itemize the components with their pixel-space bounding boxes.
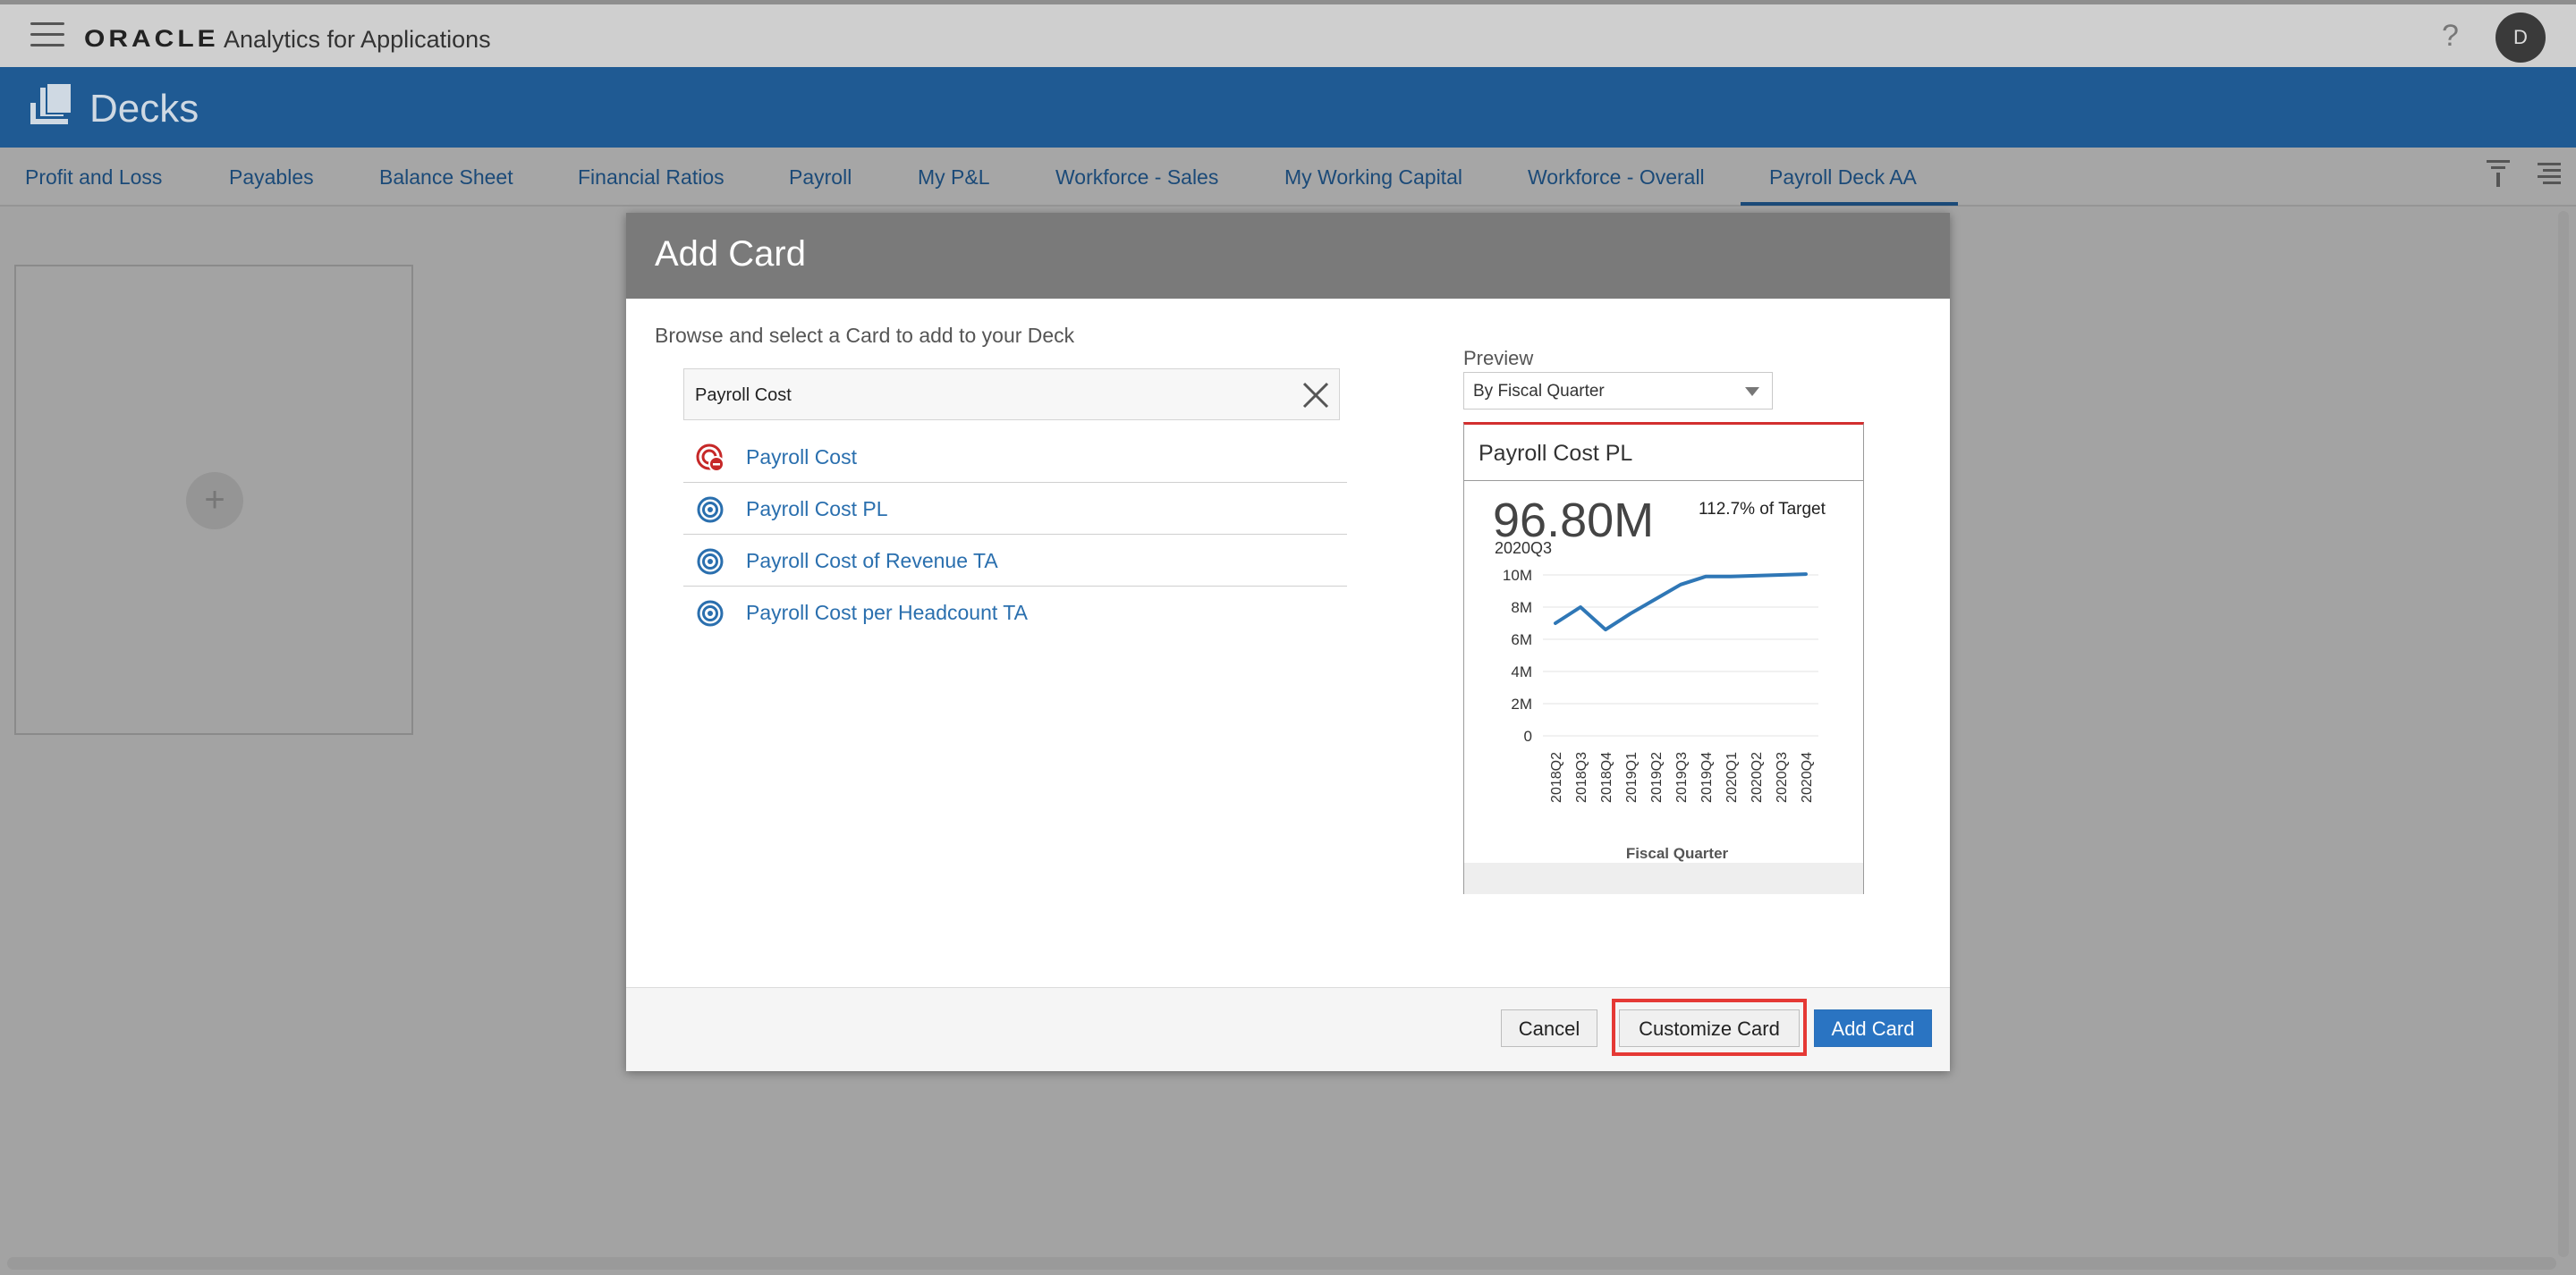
result-label: Payroll Cost per Headcount TA [746, 601, 1028, 624]
list-menu-icon[interactable] [2536, 160, 2563, 187]
tab-payroll-deck-aa[interactable]: Payroll Deck AA [1741, 165, 1958, 206]
x-tick-label: 2018Q3 [1574, 752, 1589, 803]
result-label: Payroll Cost [746, 445, 857, 469]
tab-payroll[interactable]: Payroll [789, 165, 852, 190]
target-icon [697, 496, 724, 523]
result-label: Payroll Cost of Revenue TA [746, 549, 998, 572]
x-tick-label: 2018Q2 [1549, 752, 1564, 803]
result-item-payroll-cost-of-revenue-ta[interactable]: Payroll Cost of Revenue TA [683, 535, 1347, 587]
user-avatar[interactable]: D [2496, 13, 2546, 63]
y-tick-label: 0 [1524, 728, 1532, 745]
preview-card: Payroll Cost PL 96.80M 2020Q3 112.7% of … [1463, 422, 1864, 894]
dialog-title: Add Card [655, 234, 806, 274]
x-tick-label: 2019Q2 [1649, 752, 1665, 803]
customize-card-button[interactable]: Customize Card [1619, 1009, 1800, 1047]
app-title: Analytics for Applications [224, 26, 491, 53]
x-axis-label: Fiscal Quarter [1626, 845, 1729, 862]
card-result-list: Payroll Cost Payroll Cost PL Payroll Cos… [683, 431, 1347, 638]
target-icon [697, 548, 724, 575]
x-tick-label: 2019Q3 [1674, 752, 1690, 803]
payroll-cost-series-line [1554, 572, 1808, 632]
x-tick-label: 2020Q3 [1775, 752, 1790, 803]
x-tick-label: 2020Q4 [1800, 752, 1815, 803]
y-tick-label: 4M [1511, 663, 1532, 680]
decks-icon [30, 83, 72, 124]
preview-card-footer [1464, 863, 1863, 894]
card-search-input[interactable] [693, 380, 1269, 410]
cancel-button[interactable]: Cancel [1501, 1009, 1597, 1047]
preview-label: Preview [1463, 347, 1534, 369]
tab-my-pl[interactable]: My P&L [918, 165, 990, 190]
preview-dropdown[interactable]: By Fiscal Quarter [1463, 372, 1773, 410]
kpi-target: 112.7% of Target [1699, 500, 1826, 519]
y-tick-label: 6M [1511, 631, 1532, 648]
top-bar: ORACLE Analytics for Applications ? D [0, 0, 2576, 67]
dialog-instruction: Browse and select a Card to add to your … [655, 324, 1075, 347]
x-tick-label: 2020Q2 [1750, 752, 1765, 803]
horizontal-scrollbar[interactable] [7, 1257, 2556, 1270]
tab-profit-and-loss[interactable]: Profit and Loss [25, 165, 162, 190]
preview-dropdown-value: By Fiscal Quarter [1473, 382, 1605, 401]
chevron-down-icon [1745, 387, 1759, 396]
x-tick-label: 2019Q1 [1624, 752, 1640, 803]
x-tick-label: 2018Q4 [1599, 752, 1614, 803]
tab-financial-ratios[interactable]: Financial Ratios [578, 165, 724, 190]
card-search-box [683, 368, 1340, 420]
add-card-dialog: Add Card Browse and select a Card to add… [626, 213, 1950, 1071]
oracle-logo: ORACLE [84, 25, 219, 53]
filter-icon[interactable] [2485, 158, 2512, 189]
tab-payables[interactable]: Payables [229, 165, 314, 190]
tab-workforce-sales[interactable]: Workforce - Sales [1055, 165, 1218, 190]
add-card-button[interactable]: Add Card [1814, 1009, 1932, 1047]
deck-tabs: Profit and Loss Payables Balance Sheet F… [0, 148, 2576, 207]
y-tick-label: 10M [1503, 568, 1532, 584]
help-icon[interactable]: ? [2442, 19, 2459, 54]
empty-card-slot[interactable]: + [14, 265, 413, 735]
preview-card-title: Payroll Cost PL [1479, 441, 1633, 466]
result-item-payroll-cost-pl[interactable]: Payroll Cost PL [683, 483, 1347, 535]
alert-target-icon [696, 443, 724, 472]
vertical-scrollbar[interactable] [2558, 211, 2569, 1257]
kpi-period: 2020Q3 [1495, 539, 1553, 557]
preview-card-divider [1464, 480, 1863, 481]
result-label: Payroll Cost PL [746, 497, 888, 520]
result-item-payroll-cost[interactable]: Payroll Cost [683, 431, 1347, 483]
tab-workforce-overall[interactable]: Workforce - Overall [1528, 165, 1705, 190]
tab-my-working-capital[interactable]: My Working Capital [1284, 165, 1462, 190]
y-tick-label: 8M [1511, 599, 1532, 616]
dialog-footer: Cancel Customize Card Add Card [626, 987, 1950, 1071]
payroll-cost-line-chart: 0 2M 4M 6M 8M 10M 2018Q2 2018Q3 2018Q4 2019Q1 2019… [1503, 568, 1818, 862]
deck-header: Decks [0, 67, 2576, 148]
result-item-payroll-cost-per-headcount-ta[interactable]: Payroll Cost per Headcount TA [683, 587, 1347, 638]
clear-search-icon[interactable] [1301, 381, 1330, 410]
x-tick-label: 2020Q1 [1724, 752, 1740, 803]
page-title: Decks [89, 87, 199, 131]
add-card-plus-icon[interactable]: + [186, 472, 243, 529]
hamburger-menu-icon[interactable] [30, 22, 64, 47]
x-tick-label: 2019Q4 [1699, 752, 1715, 803]
tab-balance-sheet[interactable]: Balance Sheet [379, 165, 513, 190]
y-tick-label: 2M [1511, 696, 1532, 713]
target-icon [697, 600, 724, 627]
dialog-header: Add Card [626, 213, 1950, 299]
